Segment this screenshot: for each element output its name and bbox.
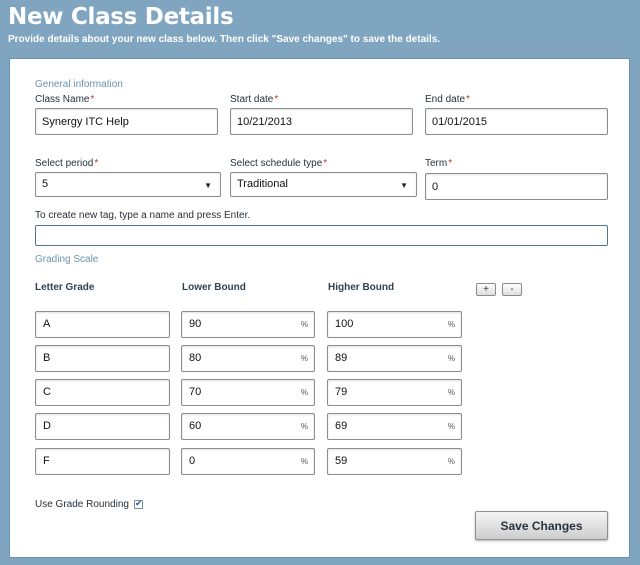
percent-sign: % <box>447 354 455 363</box>
chevron-down-icon: ▼ <box>400 181 408 190</box>
percent-sign: % <box>300 457 308 466</box>
lower-bound-field[interactable]: 60% <box>181 413 315 440</box>
required-marker: * <box>90 94 95 105</box>
tag-label: To create new tag, type a name and press… <box>35 210 251 221</box>
general-information-heading: General information <box>35 79 123 90</box>
percent-sign: % <box>447 320 455 329</box>
remove-grade-row-button[interactable]: - <box>502 283 522 296</box>
end-date-label: End date* <box>425 94 470 105</box>
lower-bound-value: 0 <box>189 455 196 467</box>
start-date-input[interactable] <box>230 108 413 135</box>
letter-grade-field[interactable]: D <box>35 413 170 440</box>
letter-grade-value: D <box>43 420 51 432</box>
required-marker: * <box>466 94 470 105</box>
lower-bound-field[interactable]: 70% <box>181 379 315 406</box>
higher-bound-field[interactable]: 100% <box>327 311 462 338</box>
letter-grade-value: C <box>43 386 51 398</box>
lower-bound-field[interactable]: 0% <box>181 448 315 475</box>
higher-bound-value: 89 <box>335 352 348 364</box>
percent-sign: % <box>447 457 455 466</box>
schedule-type-value: Traditional <box>237 178 288 190</box>
page-title: New Class Details <box>8 4 234 30</box>
percent-sign: % <box>447 388 455 397</box>
lower-bound-value: 70 <box>189 386 202 398</box>
higher-bound-value: 79 <box>335 386 348 398</box>
schedule-type-select[interactable]: Traditional ▼ <box>230 172 417 197</box>
class-name-label: Class Name* <box>35 94 95 105</box>
percent-sign: % <box>300 388 308 397</box>
chevron-down-icon: ▼ <box>204 181 212 190</box>
period-value: 5 <box>42 178 49 190</box>
higher-bound-value: 100 <box>335 318 354 330</box>
select-period-label: Select period* <box>35 158 99 169</box>
higher-bound-field[interactable]: 89% <box>327 345 462 372</box>
class-details-panel: General information Class Name* Start da… <box>9 58 630 558</box>
letter-grade-field[interactable]: C <box>35 379 170 406</box>
higher-bound-field[interactable]: 69% <box>327 413 462 440</box>
start-date-label: Start date* <box>230 94 279 105</box>
tag-input[interactable] <box>35 225 608 246</box>
required-marker: * <box>448 158 453 169</box>
page-subtitle: Provide details about your new class bel… <box>8 34 441 45</box>
higher-bound-field[interactable]: 79% <box>327 379 462 406</box>
percent-sign: % <box>447 422 455 431</box>
grade-rounding-checkbox[interactable]: ✔ <box>134 498 143 509</box>
higher-bound-value: 69 <box>335 420 348 432</box>
end-date-input[interactable] <box>425 108 608 135</box>
lower-bound-value: 60 <box>189 420 202 432</box>
letter-grade-header: Letter Grade <box>35 282 95 293</box>
select-schedule-type-label: Select schedule type* <box>230 158 328 169</box>
add-grade-row-button[interactable]: + <box>476 283 496 296</box>
letter-grade-value: B <box>43 352 51 364</box>
grade-rounding-label: Use Grade Rounding <box>35 499 129 510</box>
required-marker: * <box>323 158 328 169</box>
letter-grade-field[interactable]: A <box>35 311 170 338</box>
grading-scale-heading: Grading Scale <box>35 254 99 265</box>
percent-sign: % <box>300 354 308 363</box>
higher-bound-field[interactable]: 59% <box>327 448 462 475</box>
lower-bound-value: 80 <box>189 352 202 364</box>
lower-bound-field[interactable]: 80% <box>181 345 315 372</box>
letter-grade-field[interactable]: B <box>35 345 170 372</box>
percent-sign: % <box>300 422 308 431</box>
period-select[interactable]: 5 ▼ <box>35 172 221 197</box>
checkmark-icon: ✔ <box>135 498 143 508</box>
term-input[interactable] <box>425 173 608 200</box>
required-marker: * <box>274 94 279 105</box>
class-name-input[interactable] <box>35 108 218 135</box>
higher-bound-header: Higher Bound <box>328 282 395 293</box>
percent-sign: % <box>300 320 308 329</box>
lower-bound-field[interactable]: 90% <box>181 311 315 338</box>
lower-bound-header: Lower Bound <box>182 282 246 293</box>
term-label: Term* <box>425 158 453 169</box>
letter-grade-value: F <box>43 455 50 467</box>
letter-grade-field[interactable]: F <box>35 448 170 475</box>
higher-bound-value: 59 <box>335 455 348 467</box>
letter-grade-value: A <box>43 318 51 330</box>
lower-bound-value: 90 <box>189 318 202 330</box>
required-marker: * <box>94 158 99 169</box>
save-changes-button[interactable]: Save Changes <box>475 511 608 540</box>
